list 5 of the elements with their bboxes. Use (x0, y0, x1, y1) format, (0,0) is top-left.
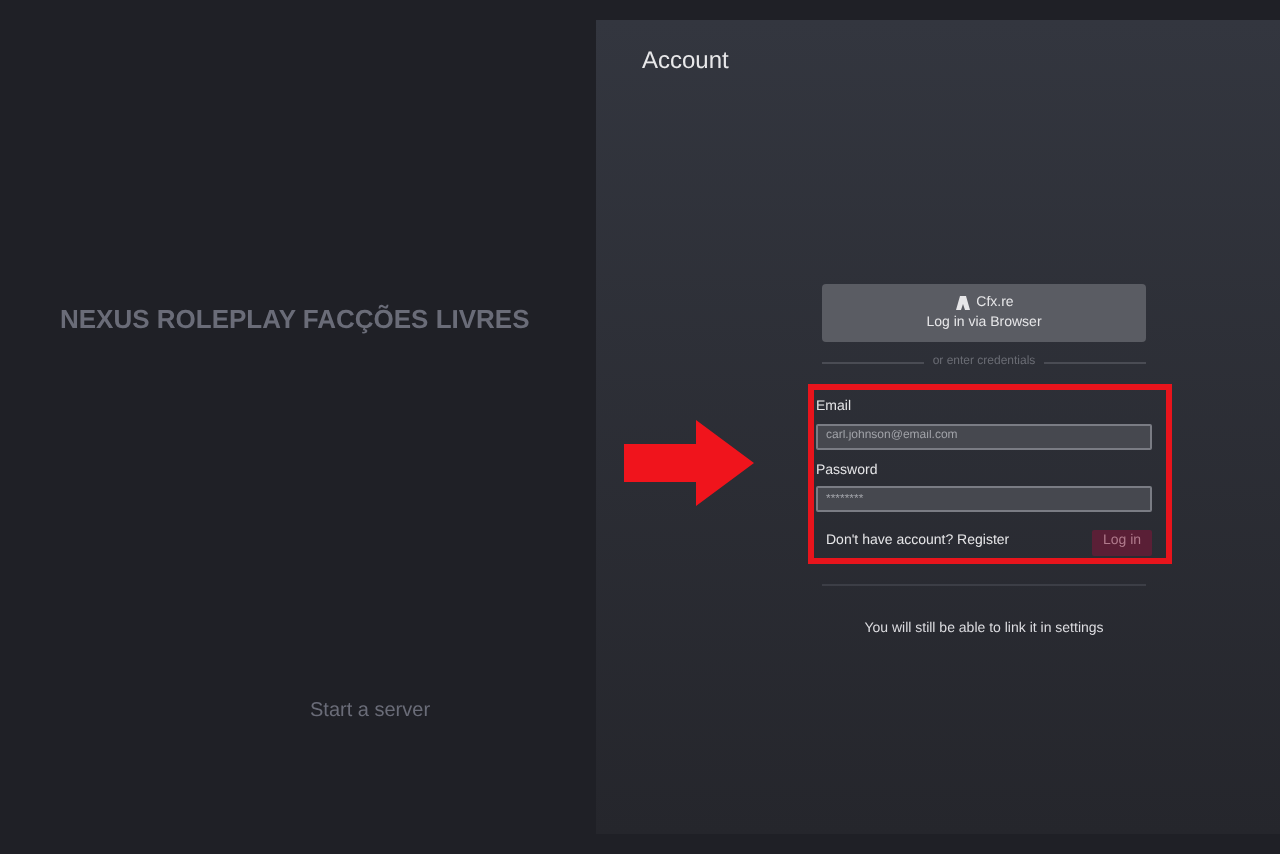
panel-title: Account (642, 44, 729, 78)
logo-icon (954, 296, 973, 310)
server-title: NEXUS ROLEPLAY FACÇÕES LIVRES (60, 302, 530, 338)
start-server-text: Start a server (310, 698, 431, 726)
arrow-icon (624, 420, 754, 506)
